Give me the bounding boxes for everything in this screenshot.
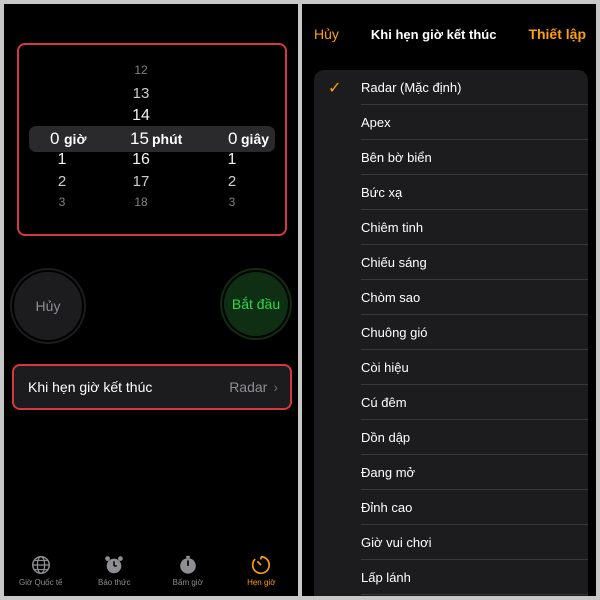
start-button[interactable]: Bắt đầu <box>224 272 288 336</box>
cancel-link[interactable]: Hủy <box>314 26 339 42</box>
list-item-label: Bên bờ biển <box>361 150 432 165</box>
list-item-label: Còi hiệu <box>361 360 409 375</box>
cancel-button[interactable]: Hủy <box>14 272 82 340</box>
list-item-label: Cú đêm <box>361 395 407 410</box>
list-item-label: Bức xạ <box>361 185 403 200</box>
when-timer-ends-label: Khi hẹn giờ kết thúc <box>28 379 153 395</box>
timer-icon <box>252 555 271 575</box>
list-item[interactable]: Cú đêm <box>314 385 588 420</box>
list-item[interactable]: Bên bờ biển <box>314 140 588 175</box>
tab-bar: Giờ Quốc tế Báo thức Bấm giờ Hẹn giờ <box>4 552 298 596</box>
list-item[interactable]: Lấp lánh <box>314 560 588 595</box>
hours-unit: giờ <box>64 131 87 147</box>
tab-label: Bấm giờ <box>172 578 203 587</box>
chevron-right-icon: › <box>273 379 278 395</box>
list-item[interactable]: Đỉnh cao <box>314 490 588 525</box>
list-item-label: Chòm sao <box>361 290 421 305</box>
list-item-label: Chiêm tinh <box>361 220 424 235</box>
hours-option: 3 <box>58 195 66 209</box>
minutes-selected: 15 <box>130 129 149 148</box>
list-item-label: Lấp lánh <box>361 570 411 585</box>
divider <box>361 594 588 595</box>
seconds-option: 3 <box>228 195 236 209</box>
tab-stopwatch[interactable]: Bấm giờ <box>153 552 223 587</box>
tab-alarm[interactable]: Báo thức <box>79 552 149 587</box>
minutes-option: 16 <box>132 151 150 168</box>
tab-label: Báo thức <box>98 578 131 587</box>
hours-selected: 0 <box>50 129 60 148</box>
list-item[interactable]: Chuông gió <box>314 315 588 350</box>
list-item[interactable]: Chòm sao <box>314 280 588 315</box>
set-button[interactable]: Thiết lập <box>528 26 586 42</box>
tab-world-clock[interactable]: Giờ Quốc tế <box>6 552 76 587</box>
minutes-option: 13 <box>132 85 150 102</box>
alarm-clock-icon <box>105 556 124 574</box>
tab-label: Hẹn giờ <box>247 578 276 587</box>
list-item-label: Đỉnh cao <box>361 500 413 515</box>
list-item[interactable]: Bức xạ <box>314 175 588 210</box>
when-timer-ends-value: Radar <box>229 379 268 395</box>
tab-timer[interactable]: Hẹn giờ <box>226 552 296 587</box>
checkmark-icon: ✓ <box>328 79 342 97</box>
list-item-label: Dồn dập <box>361 430 411 445</box>
list-item[interactable]: Dồn dập <box>314 420 588 455</box>
list-item[interactable]: Giờ vui chơi <box>314 525 588 560</box>
sound-picker-screen: Hủy Khi hẹn giờ kết thúc Thiết lập ✓ Rada… <box>302 4 596 596</box>
page-title: Khi hẹn giờ kết thúc <box>370 26 497 42</box>
seconds-unit: giây <box>241 131 270 147</box>
list-item[interactable]: ✓ Radar (Mặc định) <box>314 70 588 105</box>
list-item[interactable]: Apex <box>314 105 588 140</box>
list-item[interactable]: Đang mở <box>314 455 588 490</box>
timer-screen: 123 12 13 14 16 17 18 123 0 giờ 15 phút 0 giâ… <box>4 4 298 596</box>
when-timer-ends-row[interactable]: Khi hẹn giờ kết thúc Radar › <box>12 364 292 410</box>
sound-list: ✓ Radar (Mặc định) Apex Bên bờ biển Bức xạ Ch… <box>314 70 588 596</box>
list-item-label: Chuông gió <box>361 325 428 340</box>
list-item-label: Giờ vui chơi <box>361 535 432 550</box>
hours-wheel[interactable]: 1 2 3 <box>22 44 102 209</box>
nav-bar: Hủy Khi hẹn giờ kết thúc Thiết lập <box>302 4 596 64</box>
minutes-unit: phút <box>152 131 183 147</box>
globe-icon <box>31 556 50 574</box>
minutes-wheel[interactable]: 12 13 14 16 17 18 <box>101 44 181 209</box>
seconds-selected: 0 <box>228 129 238 148</box>
hours-option: 1 <box>57 151 67 168</box>
hours-option: 2 <box>57 173 67 190</box>
stopwatch-icon <box>179 555 196 574</box>
minutes-option: 18 <box>134 195 148 209</box>
seconds-option: 2 <box>227 173 237 190</box>
list-item-label: Apex <box>361 115 391 130</box>
list-item-label: Đang mở <box>361 465 416 480</box>
list-item-label: Radar (Mặc định) <box>361 80 462 95</box>
minutes-option: 17 <box>132 173 150 190</box>
minutes-option: 12 <box>134 63 148 77</box>
tab-label: Giờ Quốc tế <box>19 578 63 587</box>
seconds-option: 1 <box>227 151 237 168</box>
minutes-option: 14 <box>132 107 150 124</box>
list-item[interactable]: Chiếu sáng <box>314 245 588 280</box>
seconds-wheel[interactable]: 1 2 3 <box>192 44 272 209</box>
list-item[interactable]: Chiêm tinh <box>314 210 588 245</box>
list-item-label: Chiếu sáng <box>361 255 427 270</box>
list-item[interactable]: Còi hiệu <box>314 350 588 385</box>
